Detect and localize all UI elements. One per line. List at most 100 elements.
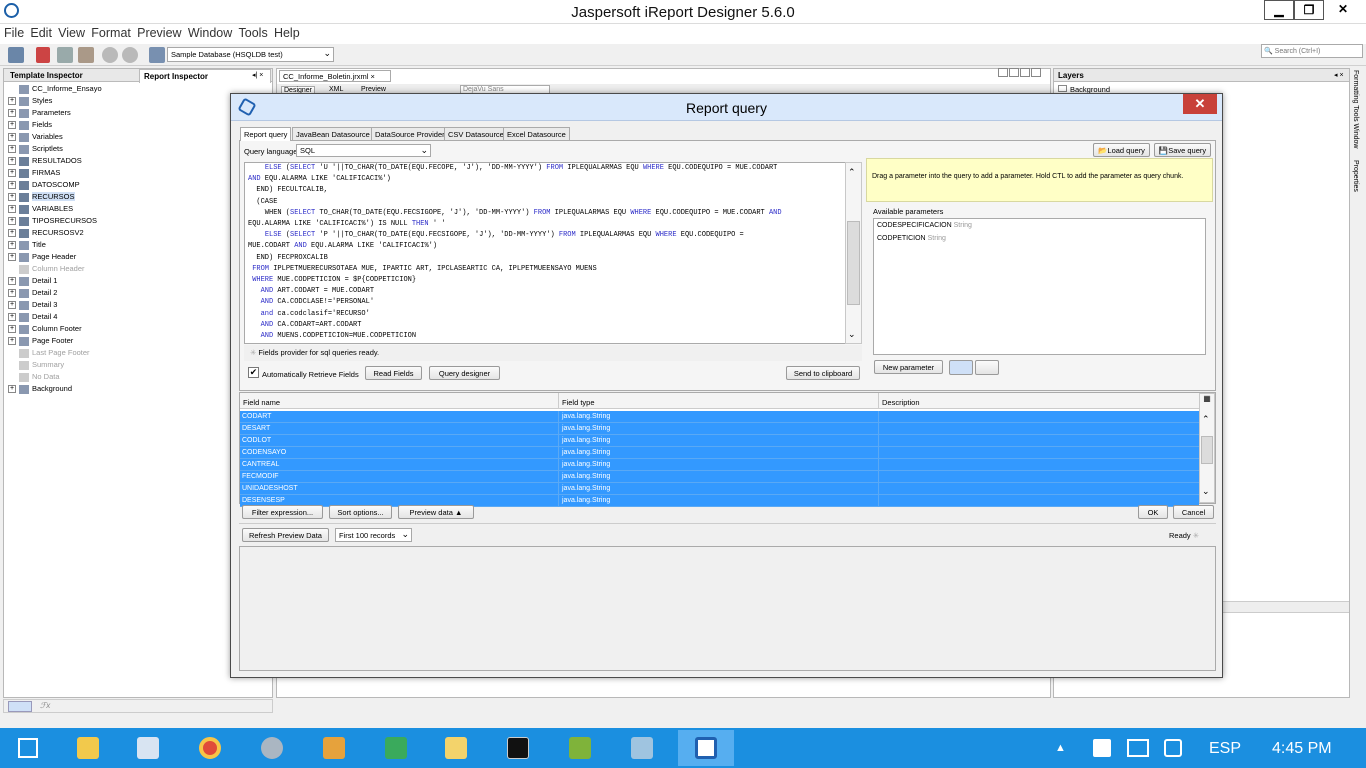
- close-window-button[interactable]: ✕: [1324, 0, 1362, 20]
- table-row[interactable]: CANTREAL java.lang.String: [240, 459, 1199, 471]
- taskbar-server-manager[interactable]: [120, 730, 176, 766]
- tab-csv-datasource[interactable]: CSV Datasource: [444, 127, 508, 140]
- tree-item[interactable]: + Variables: [8, 132, 63, 144]
- sort-options-button[interactable]: Sort options...: [329, 505, 392, 519]
- datasource-select[interactable]: Sample Database (HSQLDB test) ⌄: [167, 47, 334, 62]
- tab-preview[interactable]: Preview: [361, 86, 386, 93]
- menu-preview[interactable]: Preview: [133, 24, 181, 40]
- tree-item[interactable]: + RECURSOS: [8, 192, 75, 204]
- tab-xml[interactable]: XML: [329, 86, 343, 93]
- flag-icon[interactable]: [1093, 739, 1111, 757]
- column-chooser-icon[interactable]: ▦: [1201, 394, 1213, 408]
- taskbar-app5[interactable]: [306, 730, 362, 766]
- menu-tools[interactable]: Tools: [235, 24, 268, 40]
- expand-icon[interactable]: +: [8, 385, 16, 394]
- tree-item[interactable]: + Fields: [8, 120, 52, 132]
- parameter-options-icon[interactable]: [975, 360, 999, 375]
- new-icon[interactable]: [8, 47, 24, 63]
- expand-icon[interactable]: +: [8, 97, 16, 106]
- layers-close[interactable]: ◂ ×: [1334, 71, 1344, 79]
- tree-item[interactable]: + Background: [8, 384, 72, 396]
- network-icon[interactable]: [1127, 739, 1149, 757]
- sql-editor[interactable]: ELSE (SELECT 'U '||TO_CHAR(TO_DATE(EQU.F…: [244, 162, 847, 344]
- expand-icon[interactable]: +: [8, 181, 16, 190]
- scroll-up-icon[interactable]: ⌃: [848, 167, 856, 178]
- taskbar-explorer[interactable]: [60, 730, 116, 766]
- menu-view[interactable]: View: [54, 24, 85, 40]
- tree-item[interactable]: +Last Page Footer: [8, 348, 90, 360]
- tab-javabean-datasource[interactable]: JavaBean Datasource: [292, 127, 374, 140]
- expand-icon[interactable]: +: [8, 205, 16, 214]
- expand-icon[interactable]: +: [8, 337, 16, 346]
- dialog-close-button[interactable]: ✕: [1183, 94, 1217, 114]
- table-row[interactable]: UNIDADESHOST java.lang.String: [240, 483, 1199, 495]
- tree-item[interactable]: + Detail 4: [8, 312, 57, 324]
- tree-item[interactable]: + DATOSCOMP: [8, 180, 80, 192]
- clock[interactable]: 4:45 PM: [1272, 740, 1332, 758]
- tree-item[interactable]: + Detail 3: [8, 300, 57, 312]
- records-select[interactable]: First 100 records ⌄: [335, 528, 412, 542]
- tree-item[interactable]: + TIPOSRECURSOS: [8, 216, 97, 228]
- load-query-button[interactable]: 📂Load query: [1093, 143, 1150, 157]
- expand-icon[interactable]: +: [8, 289, 16, 298]
- tree-item[interactable]: + Detail 1: [8, 276, 57, 288]
- tree-item[interactable]: + Page Header: [8, 252, 76, 264]
- tree-item[interactable]: + RECURSOSV2: [8, 228, 84, 240]
- column-description[interactable]: Description: [882, 398, 920, 407]
- fields-scrollbar[interactable]: ▦ ⌃ ⌄: [1199, 393, 1215, 503]
- tab-report-query[interactable]: Report query: [240, 127, 292, 141]
- scroll-down-icon[interactable]: ⌄: [1202, 486, 1210, 497]
- undo-icon[interactable]: [102, 47, 118, 63]
- expand-icon[interactable]: +: [8, 145, 16, 154]
- expression-icon[interactable]: ℱx: [40, 701, 50, 710]
- start-button[interactable]: [0, 730, 56, 766]
- taskbar-search-tool[interactable]: [244, 730, 300, 766]
- menu-file[interactable]: File: [0, 24, 24, 40]
- expand-icon[interactable]: [8, 85, 16, 93]
- expand-icon[interactable]: +: [8, 217, 16, 226]
- query-language-select[interactable]: SQL ⌄: [296, 144, 431, 157]
- sql-scrollbar[interactable]: ⌃ ⌄: [845, 162, 862, 344]
- parameter-item[interactable]: CODESPECIFICACION String: [877, 222, 972, 229]
- table-row[interactable]: FECMODIF java.lang.String: [240, 471, 1199, 483]
- table-row[interactable]: CODENSAYO java.lang.String: [240, 447, 1199, 459]
- menu-window[interactable]: Window: [184, 24, 232, 40]
- taskbar-cmd[interactable]: [490, 730, 546, 766]
- formatting-tools-tab[interactable]: Formatting Tools Window: [1352, 70, 1359, 148]
- expand-icon[interactable]: +: [8, 169, 16, 178]
- volume-icon[interactable]: [1164, 739, 1182, 757]
- menu-help[interactable]: Help: [270, 24, 300, 40]
- datasource-icon[interactable]: [149, 47, 165, 63]
- ok-button[interactable]: OK: [1138, 505, 1168, 519]
- column-field-name[interactable]: Field name: [243, 398, 280, 407]
- tree-item[interactable]: + RESULTADOS: [8, 156, 82, 168]
- send-to-clipboard-button[interactable]: Send to clipboard: [786, 366, 860, 380]
- tab-template-inspector[interactable]: Template Inspector: [6, 69, 87, 82]
- tree-item[interactable]: + Parameters: [8, 108, 71, 120]
- file-tab[interactable]: CC_Informe_Boletin.jrxml ×: [279, 70, 391, 82]
- tree-item[interactable]: + VARIABLES: [8, 204, 73, 216]
- table-row[interactable]: DESART java.lang.String: [240, 423, 1199, 435]
- expand-icon[interactable]: +: [8, 313, 16, 322]
- tree-item[interactable]: +Column Header: [8, 264, 85, 276]
- auto-retrieve-checkbox[interactable]: ✔: [248, 367, 259, 378]
- parameter-view-icon[interactable]: [949, 360, 973, 375]
- restore-button[interactable]: ❐: [1294, 0, 1324, 20]
- tree-item[interactable]: +No Data: [8, 372, 60, 384]
- refresh-preview-button[interactable]: Refresh Preview Data: [242, 528, 329, 542]
- preview-data-button[interactable]: Preview data ▲: [398, 505, 474, 519]
- expand-icon[interactable]: +: [8, 229, 16, 238]
- properties-tab[interactable]: Properties: [1352, 160, 1359, 192]
- tree-item[interactable]: + Page Footer: [8, 336, 73, 348]
- redo-icon[interactable]: [122, 47, 138, 63]
- tree-item[interactable]: + Scriptlets: [8, 144, 63, 156]
- table-row[interactable]: CODART java.lang.String: [240, 411, 1199, 423]
- tree-item[interactable]: + Styles: [8, 96, 52, 108]
- editor-nav-controls[interactable]: [998, 68, 1050, 80]
- tab-excel-datasource[interactable]: Excel Datasource: [503, 127, 570, 140]
- scroll-thumb[interactable]: [847, 221, 860, 305]
- read-fields-button[interactable]: Read Fields: [365, 366, 422, 380]
- expand-icon[interactable]: +: [8, 277, 16, 286]
- search-input[interactable]: 🔍 Search (Ctrl+I): [1261, 44, 1363, 58]
- expand-icon[interactable]: +: [8, 325, 16, 334]
